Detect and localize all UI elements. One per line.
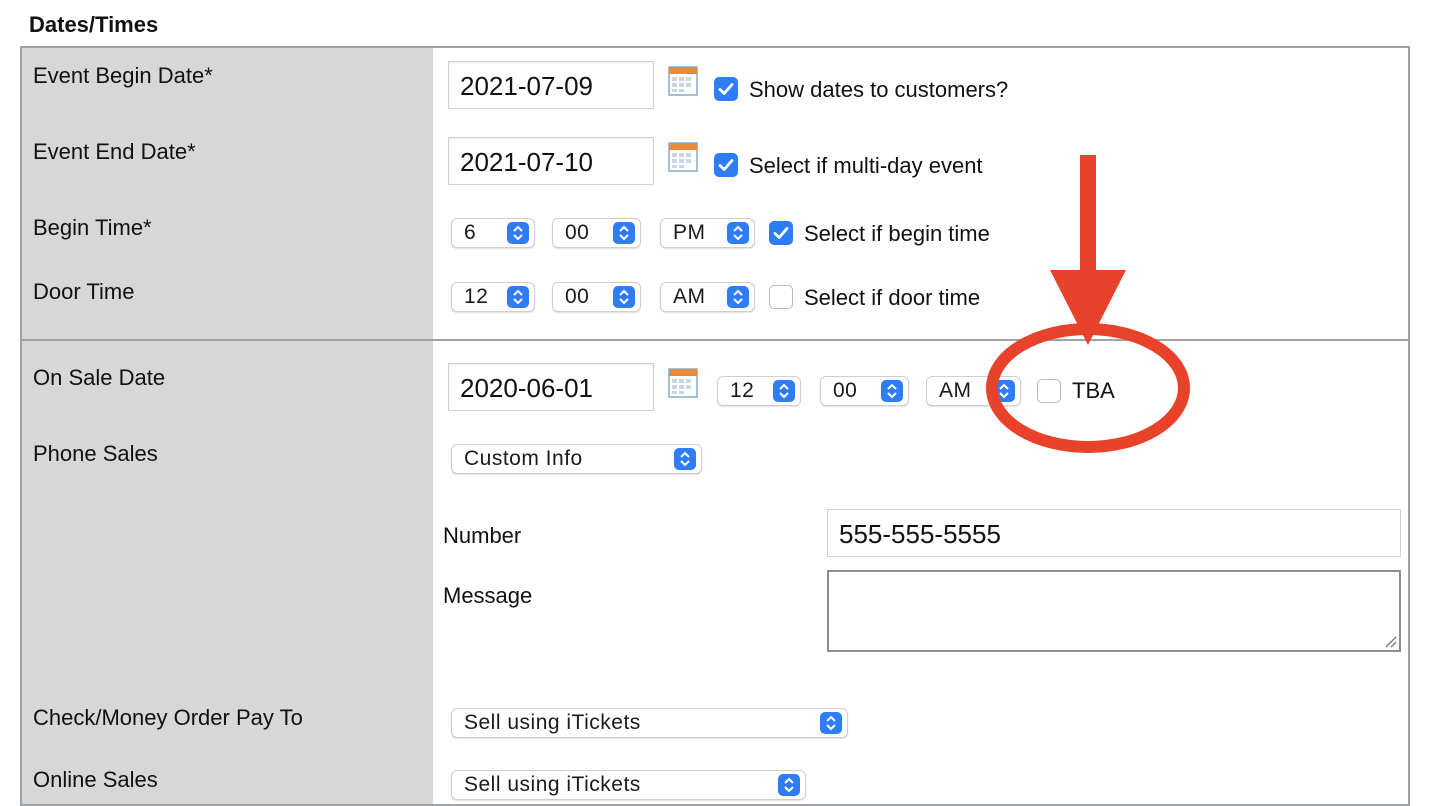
on-sale-date-input[interactable]: 2020-06-01: [448, 363, 654, 411]
stepper-icon: [727, 286, 749, 308]
on-sale-hour-value: 12: [730, 379, 755, 402]
calendar-icon[interactable]: [668, 142, 698, 172]
label-event-end-date: Event End Date*: [33, 139, 196, 164]
event-end-date-input[interactable]: 2021-07-10: [448, 137, 654, 185]
on-sale-minute-value: 00: [833, 379, 858, 402]
checkmark-icon: [718, 159, 734, 171]
phone-number-input[interactable]: 555-555-5555: [827, 509, 1401, 557]
on-sale-hour-select[interactable]: 12: [717, 376, 801, 406]
stepper-icon: [881, 380, 903, 402]
begin-time-label: Select if begin time: [804, 221, 990, 246]
begin-ampm-select[interactable]: PM: [660, 218, 755, 248]
phone-sales-value: Custom Info: [464, 447, 583, 470]
show-dates-label: Show dates to customers?: [749, 77, 1009, 102]
on-sale-minute-select[interactable]: 00: [820, 376, 909, 406]
label-phone-sales: Phone Sales: [33, 441, 158, 466]
on-sale-ampm-value: AM: [939, 379, 972, 402]
begin-time-checkbox[interactable]: [769, 221, 793, 245]
door-ampm-select[interactable]: AM: [660, 282, 755, 312]
check-money-order-select[interactable]: Sell using iTickets: [451, 708, 848, 738]
resize-handle-icon[interactable]: [1383, 634, 1397, 648]
section-divider: [22, 339, 1408, 341]
tba-checkbox[interactable]: [1037, 379, 1061, 403]
stepper-icon: [778, 774, 800, 796]
begin-hour-value: 6: [464, 221, 477, 244]
door-minute-value: 00: [565, 285, 590, 308]
label-event-begin-date: Event Begin Date*: [33, 63, 213, 88]
begin-minute-select[interactable]: 00: [552, 218, 641, 248]
calendar-icon[interactable]: [668, 368, 698, 398]
phone-sales-select[interactable]: Custom Info: [451, 444, 702, 474]
door-ampm-value: AM: [673, 285, 706, 308]
door-time-label: Select if door time: [804, 285, 981, 310]
event-begin-date-input[interactable]: 2021-07-09: [448, 61, 654, 109]
door-minute-select[interactable]: 00: [552, 282, 641, 312]
calendar-icon[interactable]: [668, 66, 698, 96]
stepper-icon: [674, 448, 696, 470]
show-dates-checkbox[interactable]: [714, 77, 738, 101]
label-begin-time: Begin Time*: [33, 215, 152, 240]
section-title: Dates/Times: [29, 12, 159, 37]
stepper-icon: [507, 222, 529, 244]
door-time-checkbox[interactable]: [769, 285, 793, 309]
phone-message-label: Message: [443, 583, 533, 608]
label-door-time: Door Time: [33, 279, 135, 304]
online-sales-value: Sell using iTickets: [464, 773, 641, 796]
stepper-icon: [613, 222, 635, 244]
label-on-sale-date: On Sale Date: [33, 365, 166, 390]
begin-hour-select[interactable]: 6: [451, 218, 535, 248]
stepper-icon: [993, 380, 1015, 402]
multi-day-label: Select if multi-day event: [749, 153, 983, 178]
on-sale-ampm-select[interactable]: AM: [926, 376, 1021, 406]
phone-number-label: Number: [443, 523, 522, 548]
checkmark-icon: [718, 83, 734, 95]
stepper-icon: [727, 222, 749, 244]
label-online-sales: Online Sales: [33, 767, 158, 792]
stepper-icon: [773, 380, 795, 402]
multi-day-checkbox[interactable]: [714, 153, 738, 177]
begin-minute-value: 00: [565, 221, 590, 244]
begin-ampm-value: PM: [673, 221, 706, 244]
door-hour-value: 12: [464, 285, 489, 308]
checkmark-icon: [773, 227, 789, 239]
stepper-icon: [613, 286, 635, 308]
tba-label: TBA: [1072, 378, 1115, 403]
phone-message-textarea[interactable]: [827, 570, 1401, 652]
label-check-money-order: Check/Money Order Pay To: [33, 705, 303, 730]
door-hour-select[interactable]: 12: [451, 282, 535, 312]
stepper-icon: [820, 712, 842, 734]
dates-times-form: Event Begin Date* Event End Date* Begin …: [20, 46, 1410, 806]
online-sales-select[interactable]: Sell using iTickets: [451, 770, 806, 800]
stepper-icon: [507, 286, 529, 308]
check-money-order-value: Sell using iTickets: [464, 711, 641, 734]
